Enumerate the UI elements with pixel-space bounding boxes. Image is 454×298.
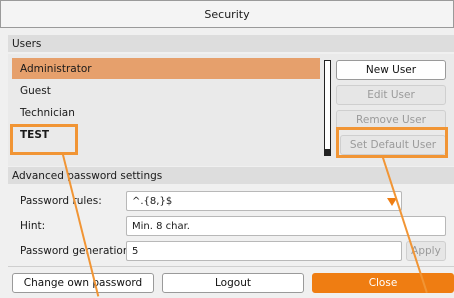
logout-button[interactable]: Logout <box>162 273 304 293</box>
user-list-item-guest[interactable]: Guest <box>12 80 320 101</box>
user-list-item-administrator[interactable]: Administrator <box>12 58 320 79</box>
scrollbar-thumb[interactable] <box>325 149 330 155</box>
change-own-password-label: Change own password <box>23 277 143 289</box>
remove-user-button-label: Remove User <box>356 114 426 126</box>
highlight-box-test-user <box>10 124 78 155</box>
users-section-header: Users <box>8 35 454 52</box>
password-generations-value: 5 <box>132 245 139 257</box>
password-rules-field[interactable]: ^.{8,}$ <box>126 191 402 211</box>
user-list-item-label: Guest <box>20 84 51 97</box>
logout-label: Logout <box>215 277 251 289</box>
change-own-password-button[interactable]: Change own password <box>12 273 154 293</box>
user-list-item-label: Technician <box>20 106 75 119</box>
close-button[interactable]: Close <box>312 273 454 293</box>
new-user-button[interactable]: New User <box>336 60 446 80</box>
hint-label: Hint: <box>20 220 46 232</box>
edit-user-button[interactable]: Edit User <box>336 85 446 105</box>
hint-value: Min. 8 char. <box>132 220 190 232</box>
password-generations-label: Password generations: <box>20 245 139 257</box>
title-bar: Security <box>0 0 454 28</box>
window-title: Security <box>204 7 250 21</box>
hint-field[interactable]: Min. 8 char. <box>126 216 446 236</box>
password-generations-field[interactable]: 5 <box>126 241 402 261</box>
edit-user-button-label: Edit User <box>367 89 415 101</box>
security-window: Security Users Administrator Guest Techn… <box>0 0 454 298</box>
users-heading: Users <box>12 37 42 50</box>
close-label: Close <box>368 277 398 289</box>
highlight-box-set-default-user <box>336 127 448 158</box>
user-list-scrollbar[interactable] <box>324 60 331 156</box>
new-user-button-label: New User <box>365 64 417 76</box>
password-rules-value: ^.{8,}$ <box>132 195 173 207</box>
advanced-heading: Advanced password settings <box>12 169 163 182</box>
footer-divider <box>8 266 454 267</box>
user-list-item-technician[interactable]: Technician <box>12 102 320 123</box>
password-rules-label: Password rules: <box>20 195 102 207</box>
user-list-item-label: Administrator <box>20 62 92 75</box>
